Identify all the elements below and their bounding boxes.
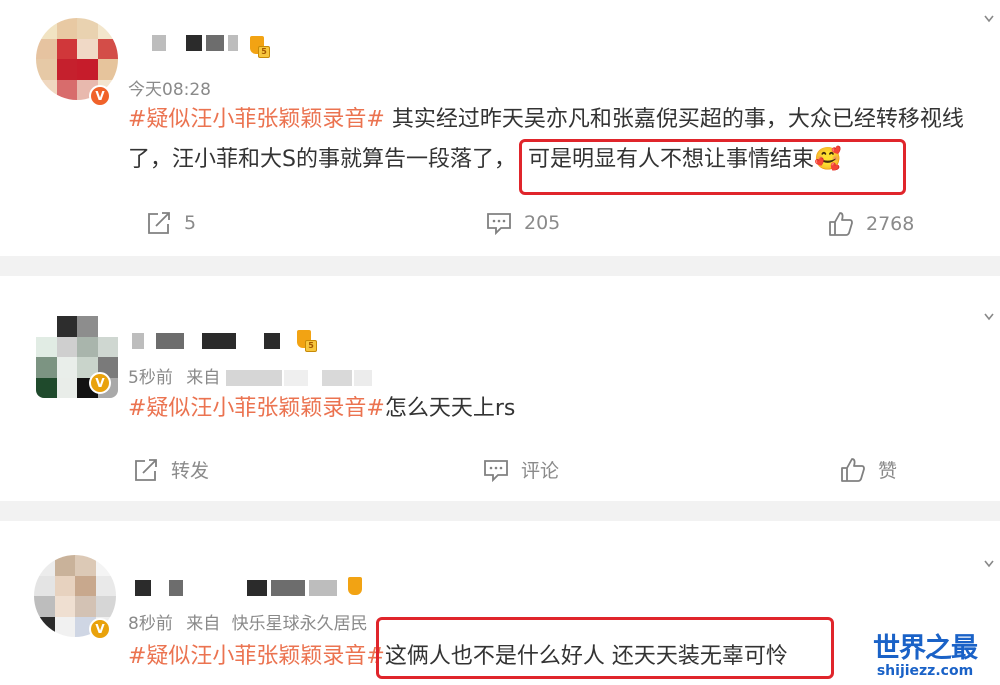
post-time: 今天08:28 [128, 80, 211, 100]
post-time: 8秒前 [128, 614, 173, 634]
level-badge-icon: 5 [297, 330, 317, 352]
level-badge-icon: 5 [250, 36, 270, 58]
comment-button[interactable]: 评论 [483, 456, 559, 483]
chevron-down-icon[interactable] [984, 8, 994, 23]
comment-icon [484, 459, 508, 482]
post-meta: 8秒前 来自 快乐星球永久居民 [128, 609, 368, 634]
source-label: 来自 [186, 614, 221, 634]
username[interactable] [152, 34, 242, 52]
post-time: 5秒前 [128, 368, 173, 388]
like-icon [841, 457, 865, 482]
chevron-down-icon[interactable] [984, 553, 994, 568]
verified-badge-icon: V [89, 372, 111, 394]
username[interactable] [135, 579, 341, 597]
source-name[interactable]: 快乐星球永久居民 [232, 614, 368, 634]
verified-badge-icon: V [89, 85, 111, 107]
repost-icon [148, 212, 170, 234]
repost-icon [135, 458, 157, 481]
post-card: V 5 今天08:28 #疑似汪小菲张颖颖录音# 其实经过昨天吴亦凡和张嘉倪买超… [0, 0, 1000, 256]
site-watermark: 世界之最 shijiezz.com [873, 633, 978, 679]
post-card: V 8秒前 来自 快乐星球永久居民 #疑似汪小菲张颖颖录音#这俩人也不是什么好人… [0, 521, 1000, 685]
chevron-down-icon[interactable] [984, 306, 994, 321]
comment-button[interactable]: 205 [486, 211, 560, 235]
repost-button[interactable]: 5 [146, 211, 196, 235]
verified-badge-icon: V [89, 618, 111, 640]
highlight-box [376, 617, 834, 679]
like-button[interactable]: 2768 [828, 211, 914, 237]
comment-icon [487, 213, 511, 235]
highlight-box [519, 139, 906, 195]
hashtag-link[interactable]: #疑似汪小菲张颖颖录音# [128, 107, 385, 132]
username[interactable] [132, 332, 284, 350]
post-content: #疑似汪小菲张颖颖录音#怎么天天上rs [128, 396, 516, 421]
like-icon [829, 212, 853, 236]
repost-button[interactable]: 转发 [133, 456, 209, 483]
hashtag-link[interactable]: #疑似汪小菲张颖颖录音# [128, 396, 385, 421]
post-card: V 5 5秒前 来自 #疑似汪小菲张颖颖录音#怎么天天上rs 转发 评论 赞 [0, 276, 1000, 501]
source-label: 来自 [186, 368, 221, 388]
hashtag-link[interactable]: #疑似汪小菲张颖颖录音# [128, 644, 385, 669]
level-badge-icon [348, 577, 368, 599]
post-meta: 5秒前 来自 [128, 363, 372, 388]
like-button[interactable]: 赞 [840, 456, 897, 483]
